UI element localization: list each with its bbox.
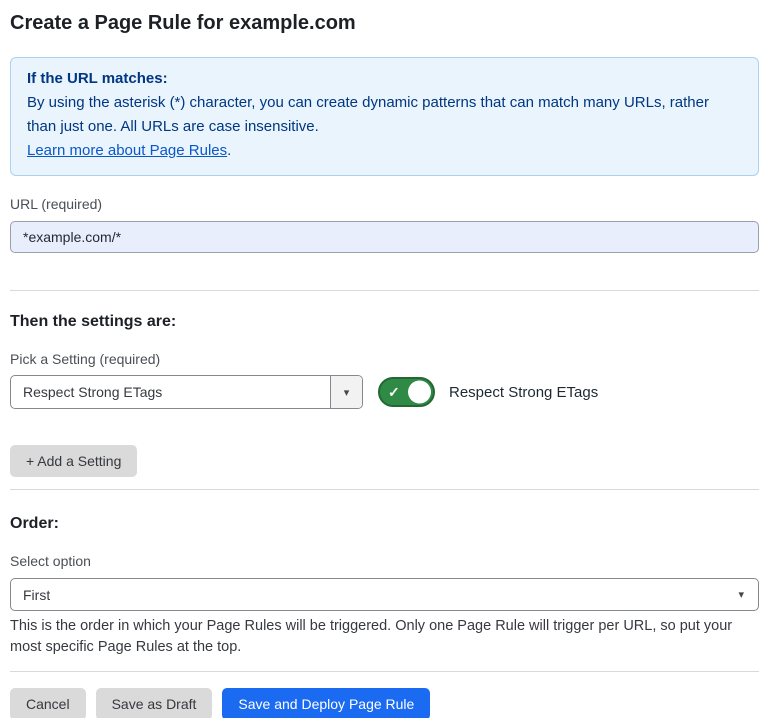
- save-and-deploy-button[interactable]: Save and Deploy Page Rule: [222, 688, 430, 718]
- link-suffix: .: [227, 142, 231, 159]
- footer-actions: Cancel Save as Draft Save and Deploy Pag…: [10, 688, 759, 718]
- divider: [10, 489, 759, 490]
- setting-row: Respect Strong ETags ▾ ✓ Respect Strong …: [10, 375, 759, 409]
- url-match-info-box: If the URL matches: By using the asteris…: [10, 57, 759, 176]
- respect-strong-etags-toggle[interactable]: ✓: [378, 377, 435, 407]
- chevron-down-icon[interactable]: ▾: [330, 376, 362, 408]
- info-box-heading: If the URL matches:: [27, 67, 742, 91]
- setting-select-value: Respect Strong ETags: [11, 384, 162, 400]
- save-as-draft-button[interactable]: Save as Draft: [96, 688, 213, 718]
- order-select-value: First: [11, 587, 50, 603]
- info-box-link-line: Learn more about Page Rules.: [27, 139, 742, 163]
- order-select-label: Select option: [10, 553, 759, 570]
- page-rule-form: Create a Page Rule for example.com If th…: [0, 0, 769, 718]
- info-box-body: By using the asterisk (*) character, you…: [27, 91, 742, 139]
- setting-select[interactable]: Respect Strong ETags ▾: [10, 375, 363, 409]
- toggle-label: Respect Strong ETags: [449, 384, 598, 401]
- url-input[interactable]: [10, 221, 759, 253]
- divider: [10, 290, 759, 291]
- order-section-heading: Order:: [10, 514, 759, 533]
- setting-picker-label: Pick a Setting (required): [10, 351, 759, 368]
- order-help-text: This is the order in which your Page Rul…: [10, 616, 755, 658]
- chevron-down-icon: ▾: [738, 588, 758, 601]
- settings-section-heading: Then the settings are:: [10, 312, 759, 331]
- page-title: Create a Page Rule for example.com: [10, 0, 759, 35]
- check-icon: ✓: [388, 385, 400, 399]
- cancel-button[interactable]: Cancel: [10, 688, 86, 718]
- toggle-knob: [408, 381, 431, 404]
- add-setting-button[interactable]: + Add a Setting: [10, 445, 137, 477]
- learn-more-link[interactable]: Learn more about Page Rules: [27, 142, 227, 159]
- divider: [10, 671, 759, 672]
- url-field-label: URL (required): [10, 196, 759, 213]
- order-select[interactable]: First ▾: [10, 578, 759, 611]
